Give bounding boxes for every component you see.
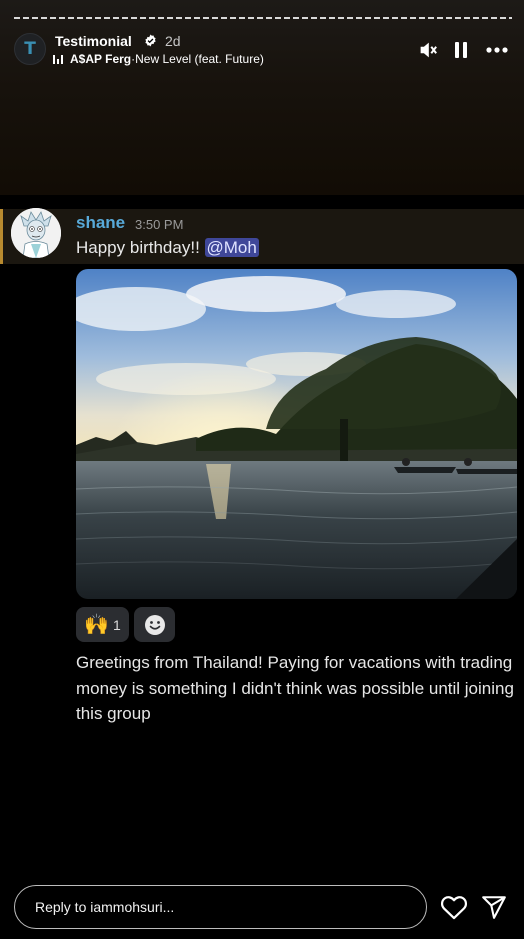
music-attribution[interactable]: A$AP Ferg · New Level (feat. Future) <box>53 52 264 66</box>
user-avatar[interactable] <box>11 208 61 258</box>
account-avatar[interactable]: T <box>14 33 46 65</box>
reaction-raised-hands[interactable]: 🙌 1 <box>76 607 129 642</box>
post-age: 2d <box>165 33 181 49</box>
more-icon[interactable] <box>486 40 508 60</box>
add-reaction-icon <box>144 614 165 635</box>
message-timestamp: 3:50 PM <box>135 217 184 232</box>
pause-icon[interactable] <box>454 40 468 60</box>
story-header: T Testimonial 2d A$AP Ferg · New Level (… <box>14 32 514 68</box>
reply-input[interactable]: Reply to iammohsuri... <box>14 885 427 929</box>
raised-hands-emoji: 🙌 <box>84 614 110 636</box>
user-mention[interactable]: @Moh <box>204 238 259 257</box>
music-bars-icon <box>53 54 64 64</box>
message-text: Happy birthday!! @Moh <box>76 238 259 258</box>
account-name[interactable]: Testimonial <box>55 33 132 49</box>
attached-photo[interactable] <box>76 269 517 599</box>
heart-icon[interactable] <box>440 894 468 920</box>
username[interactable]: shane <box>76 213 125 233</box>
story-header-background <box>0 0 524 195</box>
send-icon[interactable] <box>481 894 507 920</box>
story-progress-bar <box>14 17 512 19</box>
story-controls <box>418 40 514 60</box>
reply-placeholder: Reply to iammohsuri... <box>35 899 175 915</box>
verified-badge-icon <box>145 34 156 47</box>
add-reaction-button[interactable] <box>134 607 175 642</box>
avatar-letter: T <box>24 39 36 59</box>
message-greeting: Happy birthday!! <box>76 238 205 257</box>
mute-icon[interactable] <box>418 40 438 60</box>
message-body: Greetings from Thailand! Paying for vaca… <box>76 653 514 723</box>
music-artist: A$AP Ferg <box>70 52 132 66</box>
reaction-count: 1 <box>113 616 121 633</box>
music-song: New Level (feat. Future) <box>135 52 264 66</box>
